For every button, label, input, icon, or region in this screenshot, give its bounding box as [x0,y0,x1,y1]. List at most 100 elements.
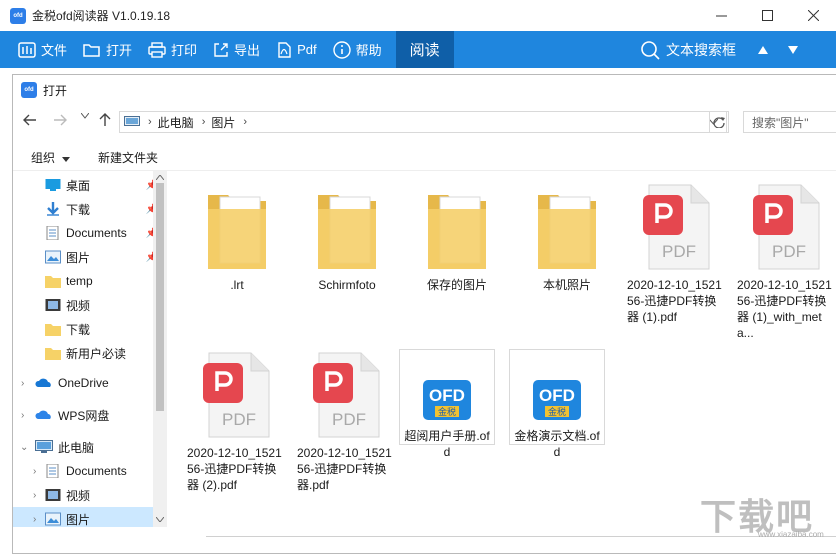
chevron-right-icon[interactable]: › [33,466,36,477]
svg-text:金税: 金税 [548,406,566,418]
breadcrumb-this-pc[interactable]: 此电脑 [158,114,194,131]
ofd-file-item[interactable]: OFD 金税超阅用户手册.ofd [399,349,495,459]
svg-text:OFD: OFD [429,386,465,405]
close-button[interactable] [790,0,836,31]
pictures-icon [45,250,61,264]
breadcrumb-pictures[interactable]: 图片 [211,114,235,131]
nav-item[interactable]: 下载 📌 [13,197,166,221]
chevron-right-icon[interactable]: › [33,514,36,525]
folder-file-item[interactable]: 保存的图片 [403,181,511,293]
nav-item[interactable]: temp [13,269,166,293]
video-icon [45,488,61,502]
nav-item-wps[interactable]: › WPS网盘 [13,403,166,427]
file-name: .lrt [230,278,244,292]
nav-item-label: WPS网盘 [58,408,110,423]
chevron-right-icon[interactable]: › [33,490,36,501]
search-prev-button[interactable] [758,31,768,68]
up-button[interactable] [99,113,111,130]
nav-item[interactable]: Documents 📌 [13,221,166,245]
new-folder-button[interactable]: 新建文件夹 [98,149,158,166]
address-bar[interactable]: › 此电脑 › 图片 › [119,111,727,133]
search-input[interactable]: 搜索"图片" [743,111,836,133]
nav-item[interactable]: › Documents [13,459,166,483]
minimize-button[interactable] [698,0,744,31]
folder-icon [45,346,61,360]
help-button[interactable]: 帮助 [325,31,390,68]
nav-item-this-pc[interactable]: ⌄ 此电脑 [13,435,166,459]
nav-item-label: Documents [66,464,127,478]
export-label: 导出 [234,43,261,58]
pdf-file-icon: PDF [623,181,731,273]
refresh-button[interactable] [709,111,729,133]
wps-cloud-icon [35,408,53,422]
file-name: 超阅用户手册.ofd [404,429,490,459]
pdf-file-item[interactable]: PDF 2020-12-10_152156-迅捷PDF转换器 (1).pdf [623,181,731,325]
nav-item[interactable]: 图片 📌 [13,245,166,269]
file-name: 本机照片 [542,278,591,292]
nav-item[interactable]: 视频 [13,293,166,317]
nav-item[interactable]: 新用户必读 [13,341,166,365]
nav-item[interactable]: › 视频 [13,483,166,507]
organize-label: 组织 [31,151,56,165]
export-button[interactable]: 导出 [205,31,268,68]
nav-scrollbar-thumb[interactable] [156,183,164,411]
documents-icon [45,463,61,479]
desktop-icon [45,178,61,192]
read-tab[interactable]: 阅读 [395,31,454,68]
nav-item-label: 视频 [66,488,91,503]
pdf-file-item[interactable]: PDF 2020-12-10_152156-迅捷PDF转换器.pdf [293,349,401,493]
open-label: 打开 [106,43,133,58]
triangle-down-icon [62,157,71,162]
pdf-button[interactable]: Pdf [268,31,325,68]
folder-file-item[interactable]: 本机照片 [513,181,621,293]
nav-item-onedrive[interactable]: › OneDrive [13,371,166,395]
print-button[interactable]: 打印 [140,31,205,68]
recent-locations-button[interactable] [80,111,90,122]
file-name: 2020-12-10_152156-迅捷PDF转换器.pdf [297,446,392,492]
file-list: .lrt Schirmfoto 保存的图片 本机照片 PDF 2020-12-10_152… [171,171,836,527]
file-button[interactable]: 文件 [0,31,75,68]
nav-item-label: 新用户必读 [66,346,127,361]
nav-item[interactable]: 下载 [13,317,166,341]
arrow-left-icon [23,114,36,126]
svg-text:PDF: PDF [772,242,806,261]
window-title: 金税ofd阅读器 V1.0.19.18 [32,9,171,23]
triangle-up-icon [758,45,768,54]
search-next-button[interactable] [788,31,798,68]
nav-scrollbar[interactable] [153,171,167,527]
dialog-logo-icon: ofd [21,82,37,98]
svg-text:金税: 金税 [438,406,456,418]
info-icon [332,40,351,59]
nav-item-label: 此电脑 [58,440,95,455]
nav-item[interactable]: 桌面 📌 [13,173,166,197]
close-icon [807,10,819,21]
ofd-file-icon: OFD 金税 [400,372,494,420]
pdf-file-item[interactable]: PDF 2020-12-10_152156-迅捷PDF转换器 (2).pdf [183,349,291,493]
back-button[interactable] [23,113,37,129]
pictures-icon [45,512,61,526]
file-name: 2020-12-10_152156-迅捷PDF转换器 (2).pdf [187,446,282,492]
organize-button[interactable]: 组织 [31,149,71,166]
pdf-file-item[interactable]: PDF 2020-12-10_152156-迅捷PDF转换器 (1)_with_m… [733,181,836,341]
nav-item[interactable]: › 图片 [13,507,166,527]
open-button[interactable]: 打开 [75,31,140,68]
pdf-file-icon: PDF [183,349,291,441]
download-icon [45,202,61,216]
pdf-file-icon: PDF [293,349,401,441]
pc-icon [35,440,53,454]
folder-file-item[interactable]: .lrt [183,181,291,293]
chevron-down-icon[interactable]: ⌄ [20,442,28,453]
forward-button[interactable] [53,113,67,129]
chevron-right-icon[interactable]: › [21,378,24,389]
scroll-down-icon [155,515,165,524]
nav-item-label: temp [66,274,93,288]
chevron-right-icon[interactable]: › [21,410,24,421]
search-icon [641,40,660,60]
folder-file-item[interactable]: Schirmfoto [293,181,401,293]
text-search-button[interactable]: 文本搜索框 [640,31,736,68]
pdf-label: Pdf [297,42,317,57]
maximize-button[interactable] [744,0,790,31]
file-name: 2020-12-10_152156-迅捷PDF转换器 (1).pdf [627,278,722,324]
ofd-file-item[interactable]: OFD 金税 金格演示文档.ofd [509,349,605,459]
scroll-up-icon [155,173,165,182]
